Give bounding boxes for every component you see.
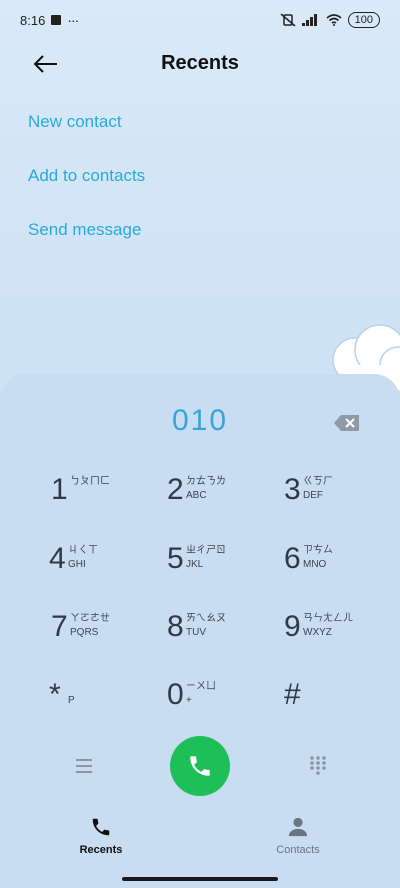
backspace-icon[interactable] <box>333 413 361 433</box>
key-digit: 9 <box>284 610 301 643</box>
notification-app-icon <box>51 15 62 25</box>
menu-icon[interactable] <box>74 757 94 775</box>
page-title: Recents <box>161 52 239 74</box>
key-6[interactable]: 6 ㄗㄘㄙ MNO <box>284 543 394 601</box>
bottom-nav: Recents Contacts <box>0 812 400 862</box>
phone-icon <box>190 756 210 776</box>
nav-contacts-label: Contacts <box>276 844 320 856</box>
key-letters: MNO <box>303 559 327 570</box>
status-left: 8:16 ··· <box>20 12 79 28</box>
key-digit: 0 <box>167 678 184 711</box>
key-digit: # <box>284 678 301 711</box>
key-letters: TUV <box>186 627 206 638</box>
key-bopomofo: ㄓㄔㄕㄖ <box>186 545 226 556</box>
key-bopomofo: ㄍㄎㄏ <box>303 476 333 487</box>
status-right: 100 <box>280 12 380 28</box>
key-letters: GHI <box>68 559 86 570</box>
vibrate-off-icon <box>280 13 296 27</box>
actions-list: New contact Add to contacts Send message <box>28 110 145 242</box>
key-bopomofo: ㄅㄆㄇㄈ <box>70 476 110 487</box>
key-7[interactable]: 7 ㄚㄛㄜㄝ PQRS <box>51 611 161 669</box>
key-letters: + <box>186 695 192 706</box>
status-time: 8:16 <box>20 12 46 28</box>
home-indicator[interactable] <box>122 877 278 881</box>
nav-recents-label: Recents <box>79 844 123 856</box>
status-bar: 8:16 ··· 100 <box>0 0 400 40</box>
key-3[interactable]: 3 ㄍㄎㄏ DEF <box>284 474 394 532</box>
key-digit: 4 <box>49 542 66 575</box>
key-digit: 7 <box>51 610 68 643</box>
nav-recents[interactable]: Recents <box>41 812 161 856</box>
key-4[interactable]: 4 ㄐㄑㄒ GHI <box>49 543 159 601</box>
key-letters: PQRS <box>70 627 99 638</box>
key-letters: P <box>68 695 75 706</box>
nav-contacts[interactable]: Contacts <box>238 812 358 856</box>
key-5[interactable]: 5 ㄓㄔㄕㄖ JKL <box>167 543 277 601</box>
more-notifications-icon: ··· <box>67 12 79 28</box>
key-bopomofo: ㄐㄑㄒ <box>68 545 98 556</box>
key-digit: 2 <box>167 473 184 506</box>
key-digit: 5 <box>167 542 184 575</box>
key-letters: ABC <box>186 490 207 501</box>
header: Recents <box>0 40 400 88</box>
add-to-contacts-link[interactable]: Add to contacts <box>28 164 145 188</box>
key-bopomofo: ㄢㄣㄤㄥㄦ <box>303 613 353 624</box>
key-1[interactable]: 1 ㄅㄆㄇㄈ <box>51 474 161 532</box>
key-letters: JKL <box>186 559 204 570</box>
key-bopomofo: ㄗㄘㄙ <box>303 545 333 556</box>
send-message-link[interactable]: Send message <box>28 218 145 242</box>
key-hash[interactable]: # <box>284 679 394 737</box>
battery-indicator: 100 <box>347 12 380 28</box>
key-bopomofo: ㄧㄨㄩ <box>186 681 216 692</box>
key-letters: WXYZ <box>303 627 332 638</box>
key-digit: 6 <box>284 542 301 575</box>
key-digit: 1 <box>51 473 68 506</box>
key-bopomofo: ㄉㄊㄋㄌ <box>186 476 226 487</box>
new-contact-link[interactable]: New contact <box>28 110 145 134</box>
key-8[interactable]: 8 ㄞㄟㄠㄡ TUV <box>167 611 277 669</box>
phone-icon <box>92 818 110 836</box>
key-digit: 8 <box>167 610 184 643</box>
key-star[interactable]: * P <box>49 679 159 737</box>
key-digit: * <box>49 678 61 711</box>
wifi-icon <box>326 14 342 26</box>
key-0[interactable]: 0 ㄧㄨㄩ + <box>167 679 277 737</box>
dialpad-icon[interactable] <box>309 755 327 775</box>
call-button[interactable] <box>170 736 230 796</box>
key-letters: DEF <box>303 490 323 501</box>
key-bopomofo: ㄞㄟㄠㄡ <box>186 613 226 624</box>
key-9[interactable]: 9 ㄢㄣㄤㄥㄦ WXYZ <box>284 611 394 669</box>
key-2[interactable]: 2 ㄉㄊㄋㄌ ABC <box>167 474 277 532</box>
key-digit: 3 <box>284 473 301 506</box>
signal-icon <box>301 14 317 26</box>
person-icon <box>288 817 308 837</box>
key-bopomofo: ㄚㄛㄜㄝ <box>70 613 110 624</box>
